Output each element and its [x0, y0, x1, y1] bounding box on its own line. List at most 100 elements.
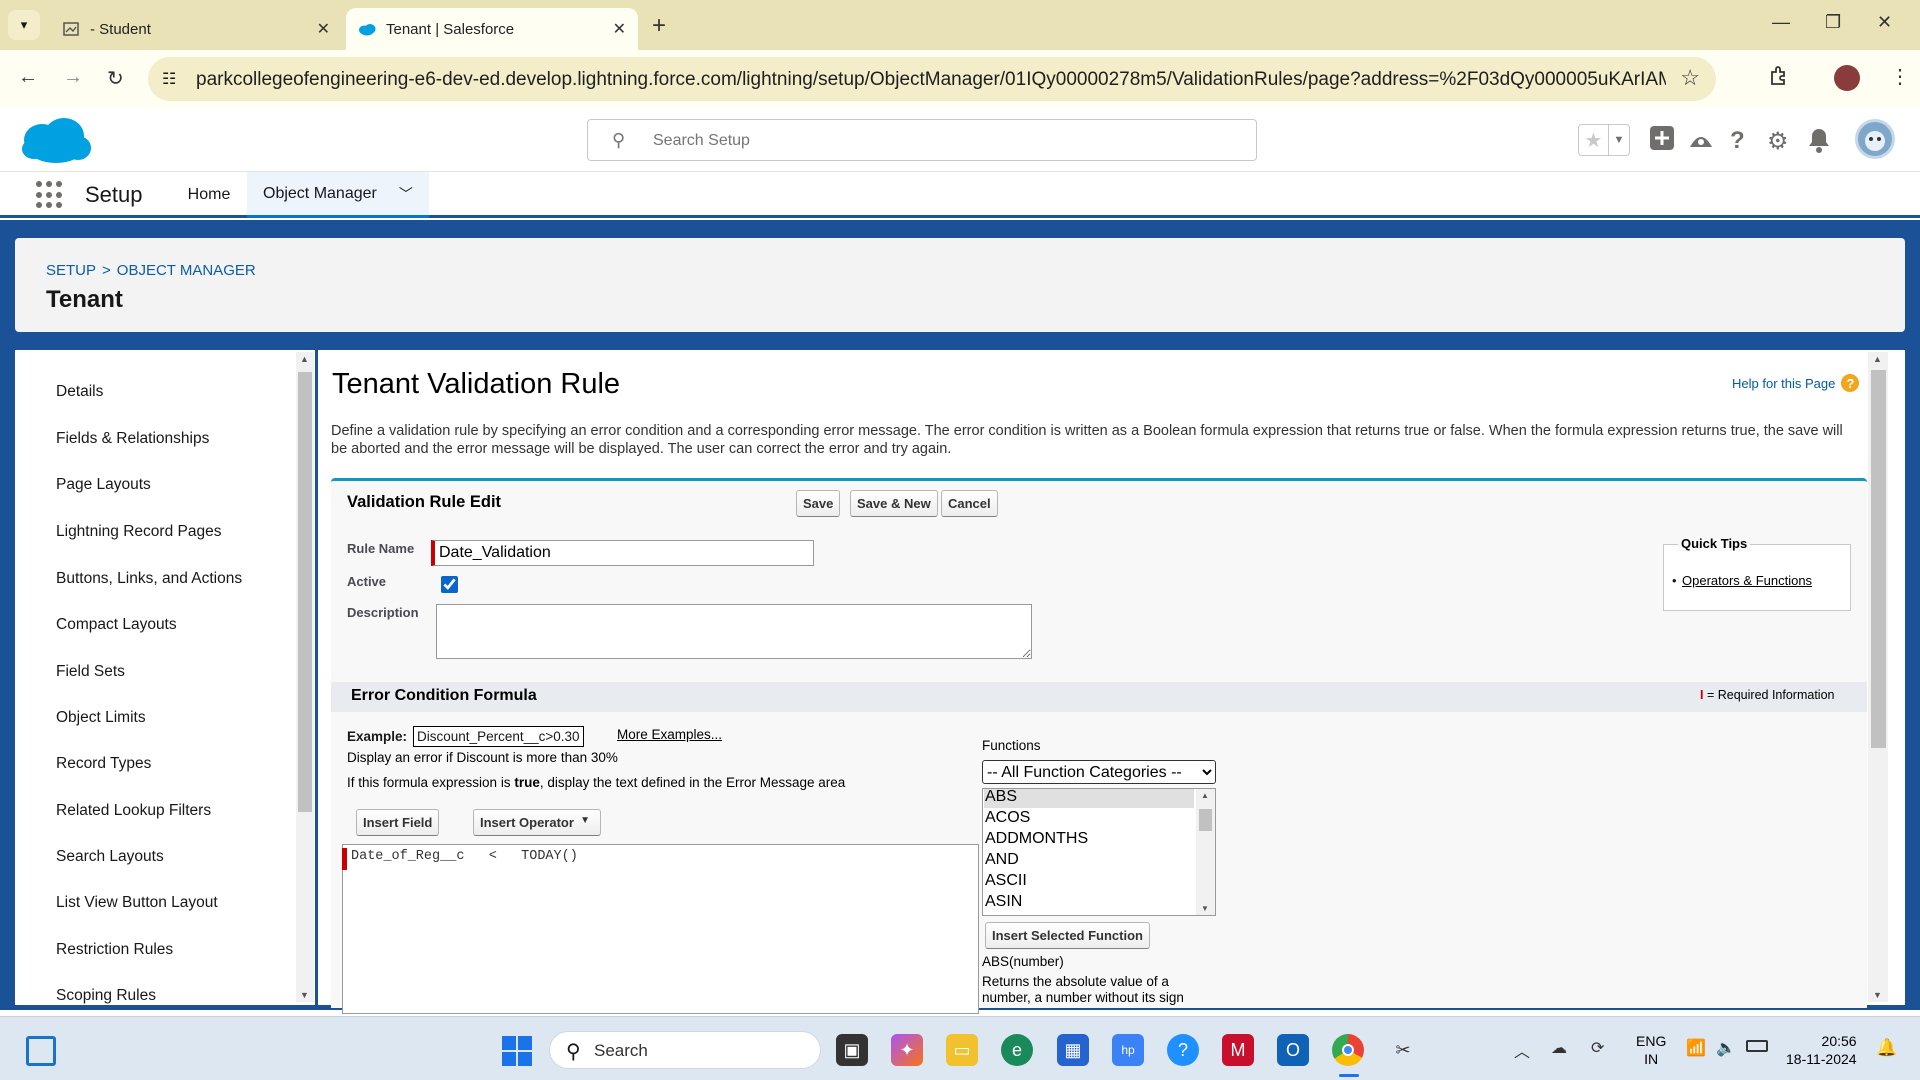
- windows-start-icon[interactable]: [502, 1036, 532, 1066]
- scroll-down-icon[interactable]: ▼: [1873, 990, 1882, 1000]
- edge-icon[interactable]: e: [1001, 1034, 1033, 1066]
- chevron-down-icon[interactable]: ﹀: [399, 184, 413, 204]
- sidebar-item-scoping-rules[interactable]: Scoping Rules: [56, 987, 156, 1005]
- url-bar[interactable]: ☷ parkcollegeofengineering-e6-dev-ed.dev…: [148, 57, 1716, 101]
- more-examples-link[interactable]: More Examples...: [617, 727, 722, 742]
- nav-home[interactable]: Home: [172, 172, 246, 218]
- notifications-bell-icon[interactable]: [1807, 127, 1831, 160]
- setup-search-box[interactable]: ⚲: [587, 119, 1257, 161]
- sidebar-item-page-layouts[interactable]: Page Layouts: [56, 476, 151, 494]
- functions-scrollbar[interactable]: ▲ ▼: [1196, 789, 1215, 915]
- scroll-up-icon[interactable]: ▲: [1201, 791, 1209, 800]
- forward-icon[interactable]: →: [63, 66, 83, 89]
- volume-icon[interactable]: 🔈: [1716, 1038, 1736, 1058]
- browser-tab-student[interactable]: - Student ✕: [52, 8, 342, 50]
- global-actions-icon[interactable]: [1649, 125, 1675, 158]
- profile-avatar[interactable]: [1834, 65, 1860, 91]
- site-info-icon[interactable]: ☷: [162, 69, 176, 89]
- system-clock[interactable]: 20:56 18-11-2024: [1786, 1032, 1857, 1068]
- scrollbar-thumb[interactable]: [298, 372, 312, 812]
- chevron-down-icon[interactable]: ▼: [1609, 125, 1629, 155]
- salesforce-logo[interactable]: [20, 116, 92, 164]
- save-new-button[interactable]: Save & New: [850, 490, 938, 517]
- scrollbar-thumb[interactable]: [1199, 809, 1212, 831]
- outlook-icon[interactable]: O: [1277, 1034, 1309, 1066]
- sidebar-item-lightning-record-pages[interactable]: Lightning Record Pages: [56, 523, 221, 541]
- insert-selected-function-button[interactable]: Insert Selected Function: [985, 922, 1150, 949]
- save-button[interactable]: Save: [796, 490, 841, 517]
- extensions-icon[interactable]: [1768, 64, 1794, 90]
- search-input[interactable]: [653, 128, 1213, 154]
- reload-icon[interactable]: ↻: [107, 66, 124, 91]
- myhp-icon[interactable]: hp: [1112, 1034, 1144, 1066]
- scroll-up-icon[interactable]: ▲: [300, 354, 309, 364]
- favorites-button[interactable]: ★ ▼: [1578, 124, 1630, 156]
- sidebar-item-record-types[interactable]: Record Types: [56, 755, 151, 773]
- function-item-acos[interactable]: ACOS: [985, 809, 1030, 827]
- new-tab-icon[interactable]: +: [652, 12, 666, 40]
- minimize-icon[interactable]: —: [1772, 12, 1790, 33]
- star-icon[interactable]: ★: [1579, 125, 1609, 155]
- sidebar-item-field-sets[interactable]: Field Sets: [56, 663, 125, 681]
- app-launcher-icon[interactable]: [36, 181, 64, 209]
- sidebar-item-compact-layouts[interactable]: Compact Layouts: [56, 616, 177, 634]
- chrome-icon[interactable]: [1332, 1034, 1364, 1066]
- function-item-addmonths[interactable]: ADDMONTHS: [985, 830, 1088, 848]
- function-item-asin[interactable]: ASIN: [985, 893, 1022, 911]
- microsoft-store-icon[interactable]: ▦: [1057, 1034, 1089, 1066]
- function-item-abs[interactable]: ABS: [985, 788, 1017, 806]
- user-avatar[interactable]: [1853, 117, 1897, 161]
- breadcrumb-object-manager[interactable]: OBJECT MANAGER: [117, 262, 256, 279]
- cancel-button[interactable]: Cancel: [941, 490, 998, 517]
- battery-icon[interactable]: [1746, 1040, 1768, 1052]
- scroll-down-icon[interactable]: ▼: [1201, 904, 1209, 913]
- scroll-down-icon[interactable]: ▼: [300, 990, 309, 1000]
- mcafee-icon[interactable]: M: [1222, 1034, 1254, 1066]
- nav-object-manager[interactable]: Object Manager ﹀: [247, 172, 429, 218]
- scrollbar-thumb[interactable]: [1871, 370, 1886, 748]
- gear-icon[interactable]: ⚙: [1767, 127, 1789, 156]
- sidebar-item-search-layouts[interactable]: Search Layouts: [56, 848, 164, 866]
- sidebar-item-object-limits[interactable]: Object Limits: [56, 709, 146, 727]
- close-tab-icon[interactable]: ✕: [317, 19, 330, 39]
- insert-field-button[interactable]: Insert Field: [356, 809, 440, 836]
- sidebar-item-restriction-rules[interactable]: Restriction Rules: [56, 941, 173, 959]
- show-hidden-icons-icon[interactable]: ︿: [1514, 1038, 1530, 1062]
- close-window-icon[interactable]: ✕: [1877, 12, 1892, 33]
- sidebar-item-details[interactable]: Details: [56, 383, 103, 401]
- help-for-page-link[interactable]: Help for this Page ?: [1732, 374, 1860, 392]
- function-category-select[interactable]: -- All Function Categories --: [982, 760, 1216, 784]
- snipping-tool-icon[interactable]: ✂: [1387, 1034, 1419, 1066]
- main-scrollbar[interactable]: ▲ ▼: [1868, 352, 1888, 1002]
- trailhead-icon[interactable]: [1688, 127, 1714, 160]
- maximize-icon[interactable]: ❐: [1825, 12, 1841, 33]
- breadcrumb-setup[interactable]: SETUP: [46, 262, 96, 279]
- rule-name-input[interactable]: [431, 540, 814, 566]
- sidebar-scrollbar[interactable]: ▲ ▼: [296, 352, 314, 1002]
- function-item-and[interactable]: AND: [985, 851, 1019, 869]
- copilot-icon[interactable]: ✦: [891, 1034, 923, 1066]
- back-icon[interactable]: ←: [18, 66, 38, 89]
- wifi-icon[interactable]: 📶: [1686, 1038, 1706, 1058]
- sync-icon[interactable]: ⟳: [1591, 1038, 1604, 1058]
- support-icon[interactable]: ?: [1167, 1034, 1199, 1066]
- operators-functions-link[interactable]: Operators & Functions: [1682, 573, 1812, 588]
- widgets-icon[interactable]: [26, 1036, 56, 1066]
- scroll-up-icon[interactable]: ▲: [1873, 354, 1882, 364]
- close-tab-icon[interactable]: ✕: [613, 19, 626, 39]
- description-textarea[interactable]: [436, 604, 1032, 659]
- browser-tab-salesforce[interactable]: Tenant | Salesforce ✕: [346, 8, 638, 50]
- formula-editor[interactable]: [342, 844, 979, 1014]
- sidebar-item-fields-relationships[interactable]: Fields & Relationships: [56, 430, 209, 448]
- bookmark-star-icon[interactable]: ☆: [1680, 65, 1700, 91]
- taskbar-search[interactable]: ⚲ Search: [549, 1031, 821, 1069]
- language-indicator[interactable]: ENG IN: [1636, 1032, 1666, 1068]
- task-view-icon[interactable]: ▣: [836, 1034, 868, 1066]
- file-explorer-icon[interactable]: ▭: [946, 1034, 978, 1066]
- notification-center-icon[interactable]: 🔔: [1876, 1038, 1897, 1058]
- function-item-ascii[interactable]: ASCII: [985, 872, 1027, 890]
- onedrive-icon[interactable]: ☁: [1551, 1038, 1567, 1058]
- sidebar-item-list-view-button-layout[interactable]: List View Button Layout: [56, 894, 218, 912]
- tab-search-menu-icon[interactable]: ▾: [8, 10, 40, 40]
- insert-operator-button[interactable]: Insert Operator ▼: [473, 809, 601, 836]
